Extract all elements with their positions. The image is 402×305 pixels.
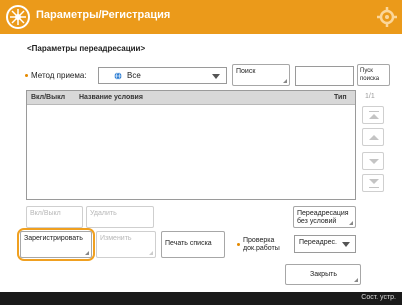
arrow-down-icon <box>369 179 379 184</box>
settings-glyph-icon <box>10 9 26 25</box>
bullet-icon <box>25 74 28 77</box>
arrow-down-icon <box>369 159 379 164</box>
scroll-top-button[interactable] <box>362 106 384 124</box>
bar-icon <box>369 111 379 112</box>
corner-icon <box>149 251 153 255</box>
search-input[interactable] <box>295 66 354 86</box>
start-search-button[interactable]: Пуск поиска <box>357 64 390 86</box>
globe-icon <box>114 72 122 80</box>
bullet-icon <box>237 243 240 246</box>
arrow-up-icon <box>369 114 379 119</box>
scroll-bottom-button[interactable] <box>362 174 384 192</box>
chevron-down-icon <box>212 74 220 79</box>
corner-icon <box>283 79 287 83</box>
title-bar: Параметры/Регистрация <box>0 0 402 34</box>
device-status-link[interactable]: Сост. устр. <box>361 294 396 301</box>
page-indicator: 1/1 <box>365 93 375 100</box>
print-list-button[interactable]: Печать списка <box>161 231 225 258</box>
chevron-down-icon <box>342 242 350 247</box>
column-header: Название условия <box>79 94 143 101</box>
conditions-table[interactable]: Вкл/Выкл Название условия Тип <box>26 90 356 200</box>
arrow-up-icon <box>369 135 379 140</box>
check-select[interactable]: Переадрес. <box>294 235 356 253</box>
scroll-up-button[interactable] <box>362 128 384 146</box>
column-header: Вкл/Выкл <box>31 94 66 101</box>
enable-disable-button[interactable]: Вкл/Выкл <box>26 206 83 228</box>
status-bar: Сост. устр. <box>0 292 402 305</box>
receive-method-value: Все <box>127 71 141 80</box>
edit-button[interactable]: Изменить <box>96 231 156 258</box>
delete-button[interactable]: Удалить <box>86 206 154 228</box>
page-title: Параметры/Регистрация <box>36 9 171 21</box>
close-button[interactable]: Закрыть <box>285 264 361 285</box>
corner-icon <box>85 251 89 255</box>
corner-icon <box>354 278 358 282</box>
filter-label: Метод приема: <box>31 71 87 80</box>
forward-without-conditions-button[interactable]: Переадресация без условий <box>293 206 356 228</box>
register-button[interactable]: Зарегистрировать <box>20 231 92 258</box>
column-header: Тип <box>334 94 347 101</box>
table-header: Вкл/Выкл Название условия Тип <box>27 91 355 105</box>
settings-circle-icon <box>6 5 30 29</box>
scroll-down-button[interactable] <box>362 152 384 170</box>
check-documents-label: Проверка док.работы <box>243 237 280 252</box>
bar-icon <box>369 187 379 188</box>
breadcrumb: <Параметры переадресации> <box>27 44 146 53</box>
search-button[interactable]: Поиск <box>232 64 290 86</box>
receive-method-select[interactable]: Все <box>98 67 227 84</box>
gear-icon[interactable] <box>376 6 398 28</box>
corner-icon <box>349 221 353 225</box>
